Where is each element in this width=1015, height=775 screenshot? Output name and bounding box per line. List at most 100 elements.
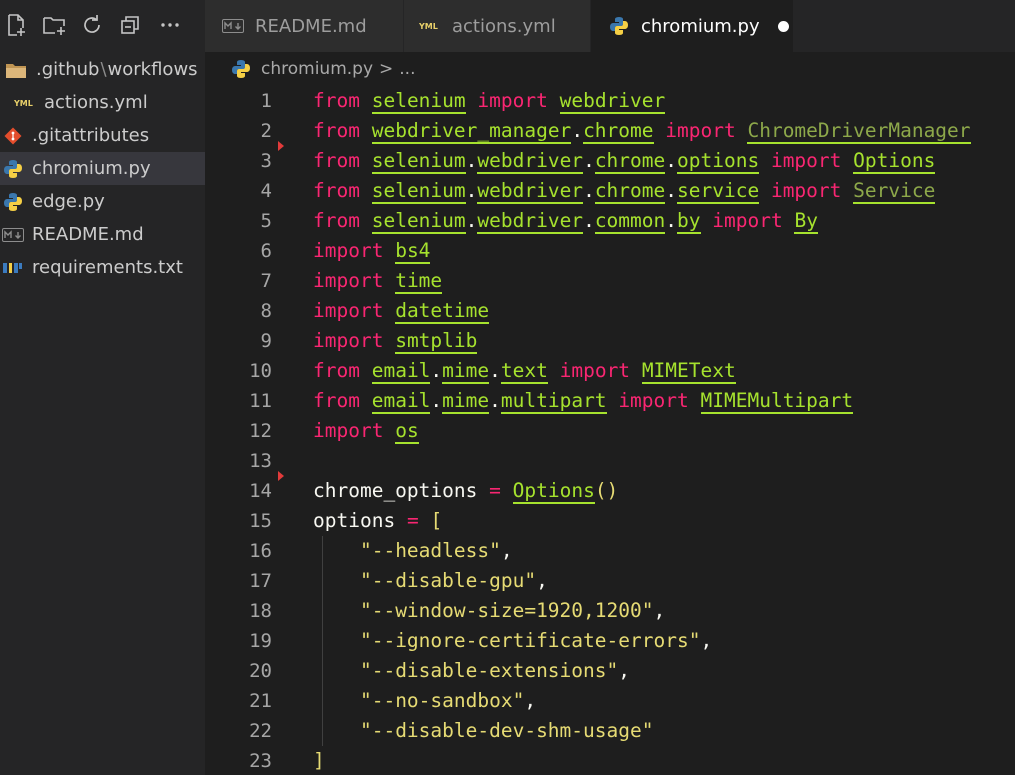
code-text: from selenium.webdriver.chrome.options i… xyxy=(313,149,936,174)
code-text: import os xyxy=(313,419,419,444)
code-text: import bs4 xyxy=(313,239,431,264)
breadcrumb: chromium.py > ... xyxy=(205,52,1015,86)
code-line: 23 ] xyxy=(205,746,1015,775)
tree-file-gitattributes[interactable]: .gitattributes xyxy=(0,119,205,152)
code-line: 16 "--headless", xyxy=(205,536,1015,566)
git-file-icon xyxy=(0,126,26,146)
code-line: 22 "--disable-dev-shm-usage" xyxy=(205,716,1015,746)
path-separator: \ xyxy=(100,59,107,80)
python-file-icon xyxy=(607,16,631,36)
code-text: "--disable-gpu", xyxy=(359,569,548,592)
code-text: from email.mime.text import MIMEText xyxy=(313,359,736,384)
code-text: from email.mime.multipart import MIMEMul… xyxy=(313,389,854,414)
line-number: 22 xyxy=(249,720,272,742)
line-number: 3 xyxy=(260,150,272,172)
folder-icon xyxy=(2,61,30,79)
tree-file-actions-yml[interactable]: YML actions.yml xyxy=(0,86,205,119)
tab-label: actions.yml xyxy=(452,15,556,37)
line-number: 8 xyxy=(260,300,272,322)
line-number: 12 xyxy=(249,420,272,442)
code-text: ] xyxy=(313,749,325,772)
tree-file-chromium-py[interactable]: chromium.py xyxy=(0,152,205,185)
code-text: from selenium.webdriver.chrome.service i… xyxy=(313,179,936,204)
line-number: 5 xyxy=(260,210,272,232)
line-number: 14 xyxy=(249,480,272,502)
tab-actions-yml[interactable]: YML actions.yml xyxy=(404,0,591,52)
new-folder-icon[interactable] xyxy=(42,13,66,37)
code-line: 1 from selenium import webdriver xyxy=(205,86,1015,116)
line-number: 17 xyxy=(249,570,272,592)
code-line: 2 from webdriver_manager.chrome import C… xyxy=(205,116,1015,146)
code-editor[interactable]: 1 from selenium import webdriver 2 from … xyxy=(205,86,1015,775)
code-line: 18 "--window-size=1920,1200", xyxy=(205,596,1015,626)
code-text: "--no-sandbox", xyxy=(359,689,537,712)
breadcrumb-file[interactable]: chromium.py xyxy=(261,59,373,79)
pip-requirements-icon xyxy=(0,261,26,275)
python-file-icon xyxy=(0,159,26,179)
breadcrumb-more[interactable]: ... xyxy=(399,59,415,79)
line-number: 4 xyxy=(260,180,272,202)
refresh-icon[interactable] xyxy=(80,13,104,37)
collapse-all-icon[interactable] xyxy=(118,13,142,37)
file-label: requirements.txt xyxy=(32,257,183,278)
line-number: 1 xyxy=(260,90,272,112)
tab-readme-md[interactable]: README.md xyxy=(205,0,404,52)
file-label: actions.yml xyxy=(44,92,148,113)
python-file-icon xyxy=(229,59,253,79)
line-number: 23 xyxy=(249,750,272,772)
line-number: 10 xyxy=(249,360,272,382)
explorer-sidebar: .github \ workflows YML actions.yml .gitat… xyxy=(0,0,205,775)
code-text: import time xyxy=(313,269,443,294)
code-line: 12 import os xyxy=(205,416,1015,446)
code-line: 6 import bs4 xyxy=(205,236,1015,266)
unsaved-dot-icon[interactable] xyxy=(777,20,789,32)
explorer-toolbar xyxy=(0,0,205,52)
line-number: 9 xyxy=(260,330,272,352)
tree-folder-github-workflows[interactable]: .github \ workflows xyxy=(0,53,205,86)
more-icon[interactable] xyxy=(158,13,182,37)
code-text: "--window-size=1920,1200", xyxy=(359,599,666,622)
code-text: from selenium.webdriver.common.by import… xyxy=(313,209,818,234)
line-number: 2 xyxy=(260,120,272,142)
editor-tab-bar: README.md YML actions.yml chromium.py xyxy=(205,0,1015,52)
file-label: .gitattributes xyxy=(32,125,150,146)
markdown-file-icon xyxy=(221,19,245,33)
code-line: 5 from selenium.webdriver.common.by impo… xyxy=(205,206,1015,236)
code-line: 10 from email.mime.text import MIMEText xyxy=(205,356,1015,386)
line-number: 20 xyxy=(249,660,272,682)
code-line: 4 from selenium.webdriver.chrome.service… xyxy=(205,176,1015,206)
new-file-icon[interactable] xyxy=(4,13,28,37)
code-text: import datetime xyxy=(313,299,490,324)
code-line: 15 options = [ xyxy=(205,506,1015,536)
code-line: 21 "--no-sandbox", xyxy=(205,686,1015,716)
python-file-icon xyxy=(0,192,26,212)
code-text: chrome_options = Options() xyxy=(313,479,619,504)
tab-chromium-py[interactable]: chromium.py xyxy=(591,0,794,52)
code-line: 13 xyxy=(205,446,1015,476)
code-line: 8 import datetime xyxy=(205,296,1015,326)
code-line: 11 from email.mime.multipart import MIME… xyxy=(205,386,1015,416)
file-label: README.md xyxy=(32,224,144,245)
code-line: 3 from selenium.webdriver.chrome.options… xyxy=(205,146,1015,176)
tab-label: chromium.py xyxy=(641,15,760,37)
code-line: 19 "--ignore-certificate-errors", xyxy=(205,626,1015,656)
tree-file-edge-py[interactable]: edge.py xyxy=(0,185,205,218)
code-text: import smtplib xyxy=(313,329,478,354)
tree-file-readme-md[interactable]: README.md xyxy=(0,218,205,251)
line-number: 7 xyxy=(260,270,272,292)
line-number: 11 xyxy=(249,390,272,412)
line-number: 18 xyxy=(249,600,272,622)
code-text: from selenium import webdriver xyxy=(313,89,666,114)
code-line: 9 import smtplib xyxy=(205,326,1015,356)
yaml-file-icon: YML xyxy=(418,21,442,31)
code-text: "--headless", xyxy=(359,539,513,562)
code-line: 14 chrome_options = Options() xyxy=(205,476,1015,506)
line-number: 15 xyxy=(249,510,272,532)
line-number: 21 xyxy=(249,690,272,712)
tree-file-requirements-txt[interactable]: requirements.txt xyxy=(0,251,205,284)
tab-label: README.md xyxy=(255,15,367,37)
code-line: 7 import time xyxy=(205,266,1015,296)
svg-text:YML: YML xyxy=(419,22,438,31)
code-text: "--ignore-certificate-errors", xyxy=(359,629,713,652)
line-number: 6 xyxy=(260,240,272,262)
